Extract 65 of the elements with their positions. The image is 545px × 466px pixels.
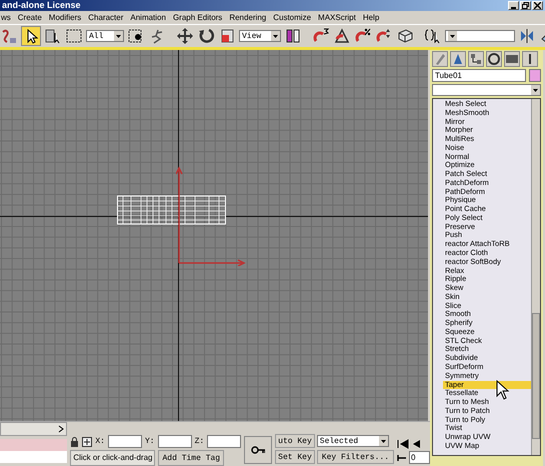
z-label: Z: (194, 437, 204, 446)
menu-item[interactable]: Graph Editors (172, 13, 222, 22)
add-time-tag-button[interactable]: Add Time Tag (158, 450, 224, 466)
box-icon[interactable] (396, 27, 414, 45)
menu-item[interactable]: Customize (273, 13, 312, 22)
absolute-mode-icon[interactable] (82, 436, 92, 446)
menu-item[interactable]: MAXScript (318, 13, 356, 22)
modify-tab-icon[interactable] (450, 51, 466, 67)
named-selection-dropdown[interactable] (445, 30, 515, 42)
minimize-button[interactable] (508, 1, 519, 10)
maxscript-listener-field[interactable] (0, 439, 68, 451)
link-icon[interactable] (0, 27, 18, 45)
previous-frame-icon[interactable] (411, 439, 421, 449)
reference-coordinate-dropdown[interactable]: View (239, 30, 281, 42)
menu-item[interactable]: Help (362, 13, 380, 22)
selection-filter-dropdown[interactable]: All (86, 30, 124, 42)
menu-item[interactable]: Animation (130, 13, 166, 22)
select-by-name-icon[interactable] (44, 27, 62, 45)
transform-gizmo-icon (176, 166, 246, 266)
modifier-list-dropdown[interactable] (432, 84, 541, 96)
selection-region-icon[interactable] (65, 27, 83, 45)
restore-icon (522, 2, 529, 9)
named-selection-icon[interactable] (424, 27, 442, 45)
auto-key-button[interactable]: uto Key (275, 434, 315, 448)
lock-icon[interactable] (70, 436, 80, 446)
key-mode-toggle-icon[interactable] (397, 452, 407, 462)
key-mode-dropdown[interactable]: Selected (316, 435, 389, 447)
utilities-tab-icon[interactable] (522, 51, 538, 67)
snap-magnet-icon[interactable] (312, 27, 330, 45)
key-icon (251, 446, 266, 454)
set-key-mode-button[interactable]: Set Key (275, 450, 315, 464)
menu-item[interactable]: Character (88, 13, 124, 22)
menu-item[interactable]: Rendering (229, 13, 266, 22)
current-frame-field[interactable]: 0 (409, 451, 430, 464)
pivot-icon[interactable] (284, 27, 302, 45)
motion-tab-icon[interactable] (486, 51, 502, 67)
maxscript-output-field[interactable] (0, 451, 68, 463)
set-key-button[interactable] (244, 436, 272, 464)
x-coordinate-field[interactable] (108, 435, 142, 448)
key-filters-button[interactable]: Key Filters... (316, 450, 394, 464)
close-button[interactable] (532, 1, 543, 10)
percent-snap-icon[interactable] (354, 27, 372, 45)
window-title: and-alone License (2, 0, 81, 11)
x-label: X: (95, 437, 105, 446)
go-to-start-icon[interactable] (397, 439, 409, 449)
move-icon[interactable] (176, 27, 194, 45)
close-icon (534, 2, 541, 9)
menu-item[interactable]: Create (18, 13, 42, 22)
rotate-icon[interactable] (197, 27, 215, 45)
menu-item[interactable]: ws (1, 13, 11, 22)
display-tab-icon[interactable] (504, 51, 520, 67)
mouse-pointer-icon (496, 380, 510, 400)
restore-button[interactable] (520, 1, 531, 10)
mirror-icon[interactable] (518, 27, 536, 45)
y-label: Y: (144, 437, 155, 446)
y-coordinate-field[interactable] (158, 435, 192, 448)
angle-snap-icon[interactable] (333, 27, 351, 45)
object-color-swatch[interactable] (529, 69, 541, 82)
scrollbar[interactable] (531, 99, 540, 455)
menu-item[interactable]: Modifiers (48, 13, 82, 22)
spinner-snap-icon[interactable] (375, 27, 393, 45)
object-name-field[interactable]: Tube01 (432, 69, 526, 82)
hierarchy-tab-icon[interactable] (468, 51, 484, 67)
z-coordinate-field[interactable] (207, 435, 242, 448)
chevron-right-icon[interactable] (58, 425, 64, 433)
